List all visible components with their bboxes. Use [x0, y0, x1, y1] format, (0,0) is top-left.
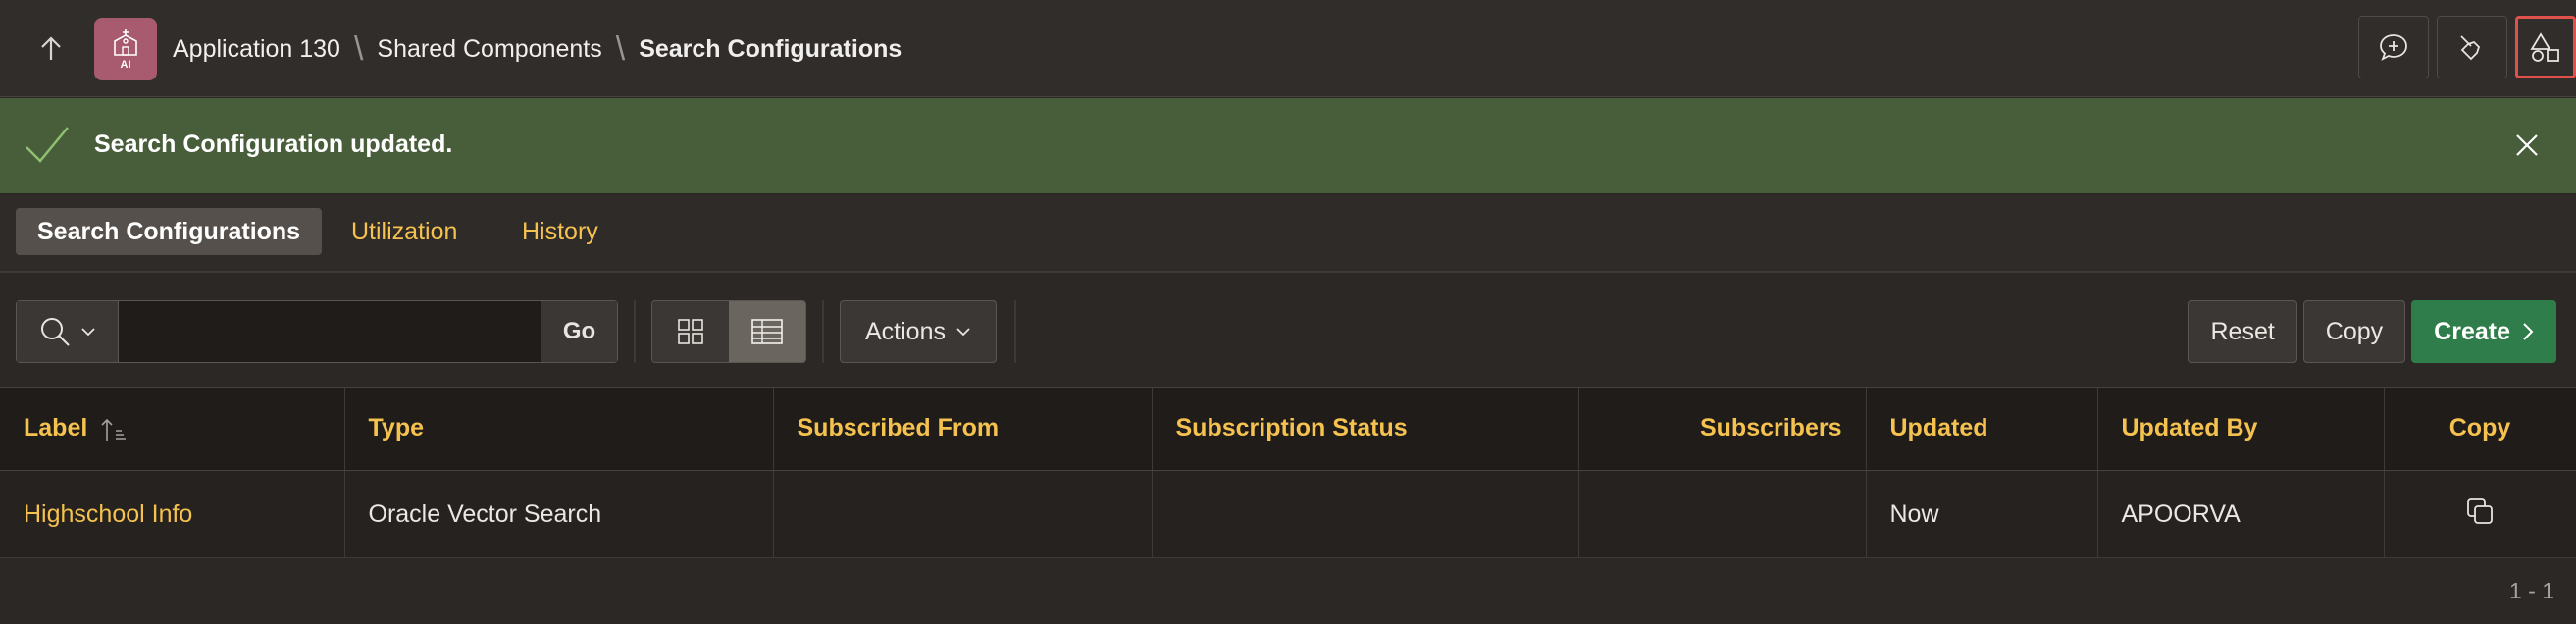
- tab-utilization[interactable]: Utilization: [330, 208, 479, 255]
- actions-menu-button[interactable]: Actions: [840, 300, 997, 363]
- breadcrumb: Application 130 \ Shared Components \ Se…: [173, 29, 902, 68]
- search-column-selector[interactable]: [17, 301, 119, 362]
- tab-history[interactable]: History: [500, 208, 620, 255]
- app-icon-label: AI: [120, 59, 131, 71]
- success-alert: Search Configuration updated.: [0, 98, 2576, 193]
- close-icon[interactable]: [2511, 130, 2543, 161]
- column-header-subscription-status[interactable]: Subscription Status: [1152, 388, 1579, 471]
- arrow-up-icon[interactable]: [29, 29, 73, 69]
- row-updated-by: APOORVA: [2097, 470, 2385, 559]
- actions-label: Actions: [865, 317, 946, 345]
- check-icon: [26, 127, 69, 163]
- add-comment-button[interactable]: [2358, 16, 2429, 78]
- copy-icon[interactable]: [2465, 496, 2495, 526]
- broom-icon: [2460, 35, 2481, 61]
- search-group: Go: [16, 300, 618, 363]
- row-copy-cell: [2384, 470, 2576, 559]
- tab-bar: Search Configurations Utilization Histor…: [0, 194, 2576, 273]
- column-header-label[interactable]: Label: [0, 388, 345, 471]
- toolbar-divider: [822, 300, 824, 363]
- column-header-subscribed-from[interactable]: Subscribed From: [773, 388, 1153, 471]
- breadcrumb-application[interactable]: Application 130: [173, 35, 340, 64]
- school-building-icon: [114, 29, 137, 56]
- comment-plus-icon: [2380, 34, 2407, 61]
- report-footer: 1 - 1: [0, 557, 2576, 622]
- toolbar-divider: [1014, 300, 1016, 363]
- column-header-type[interactable]: Type: [344, 388, 774, 471]
- breadcrumb-separator: \: [353, 29, 364, 68]
- breadcrumb-separator: \: [615, 29, 626, 68]
- breadcrumb-current: Search Configurations: [639, 34, 902, 63]
- table-view-icon: [751, 319, 783, 344]
- alert-message: Search Configuration updated.: [94, 130, 453, 158]
- breadcrumb-shared-components[interactable]: Shared Components: [377, 35, 601, 64]
- view-toggle: [651, 300, 806, 363]
- top-bar: AI Application 130 \ Shared Components \…: [0, 0, 2576, 97]
- reset-button[interactable]: Reset: [2188, 300, 2297, 363]
- column-header-subscribers[interactable]: Subscribers: [1578, 388, 1867, 471]
- search-configurations-table: Label Type Subscribed From Subscription …: [0, 388, 2576, 559]
- shapes-icon: [2530, 32, 2559, 62]
- row-subscription-status: [1152, 470, 1579, 559]
- search-icon: [40, 318, 70, 346]
- row-subscribers: [1578, 470, 1867, 559]
- table-header-row: Label Type Subscribed From Subscription …: [0, 388, 2576, 471]
- report-view-button[interactable]: [729, 301, 805, 362]
- copy-button[interactable]: Copy: [2302, 300, 2406, 363]
- create-button[interactable]: Create: [2411, 300, 2556, 363]
- row-subscribed-from: [773, 470, 1153, 559]
- chevron-down-icon: [80, 328, 95, 337]
- column-header-copy[interactable]: Copy: [2384, 388, 2576, 471]
- top-actions: [2358, 16, 2576, 78]
- chevron-down-icon: [956, 328, 970, 337]
- table-row: Highschool Info Oracle Vector Search Now…: [0, 470, 2576, 559]
- toolbar-divider: [634, 300, 636, 363]
- row-label-link[interactable]: Highschool Info: [0, 470, 345, 559]
- icon-view-button[interactable]: [652, 301, 729, 362]
- shared-components-button[interactable]: [2515, 16, 2576, 78]
- toolbar-right-buttons: Reset Copy Create: [2188, 300, 2556, 363]
- chevron-right-icon: [2523, 323, 2534, 340]
- tab-search-configurations[interactable]: Search Configurations: [16, 208, 323, 255]
- report-toolbar: Go Actions Reset Copy Create: [0, 275, 2576, 387]
- row-type: Oracle Vector Search: [344, 470, 774, 559]
- column-header-updated[interactable]: Updated: [1866, 388, 2098, 471]
- go-button[interactable]: Go: [541, 301, 617, 362]
- pagination-range: 1 - 1: [2508, 578, 2554, 603]
- create-label: Create: [2434, 317, 2510, 345]
- sort-ascending-icon: [101, 418, 127, 441]
- grid-view-icon: [678, 319, 703, 344]
- app-icon[interactable]: AI: [94, 18, 157, 80]
- clear-cache-button[interactable]: [2437, 16, 2507, 78]
- column-header-updated-by[interactable]: Updated By: [2097, 388, 2385, 471]
- row-updated: Now: [1866, 470, 2098, 559]
- search-input[interactable]: [119, 301, 541, 362]
